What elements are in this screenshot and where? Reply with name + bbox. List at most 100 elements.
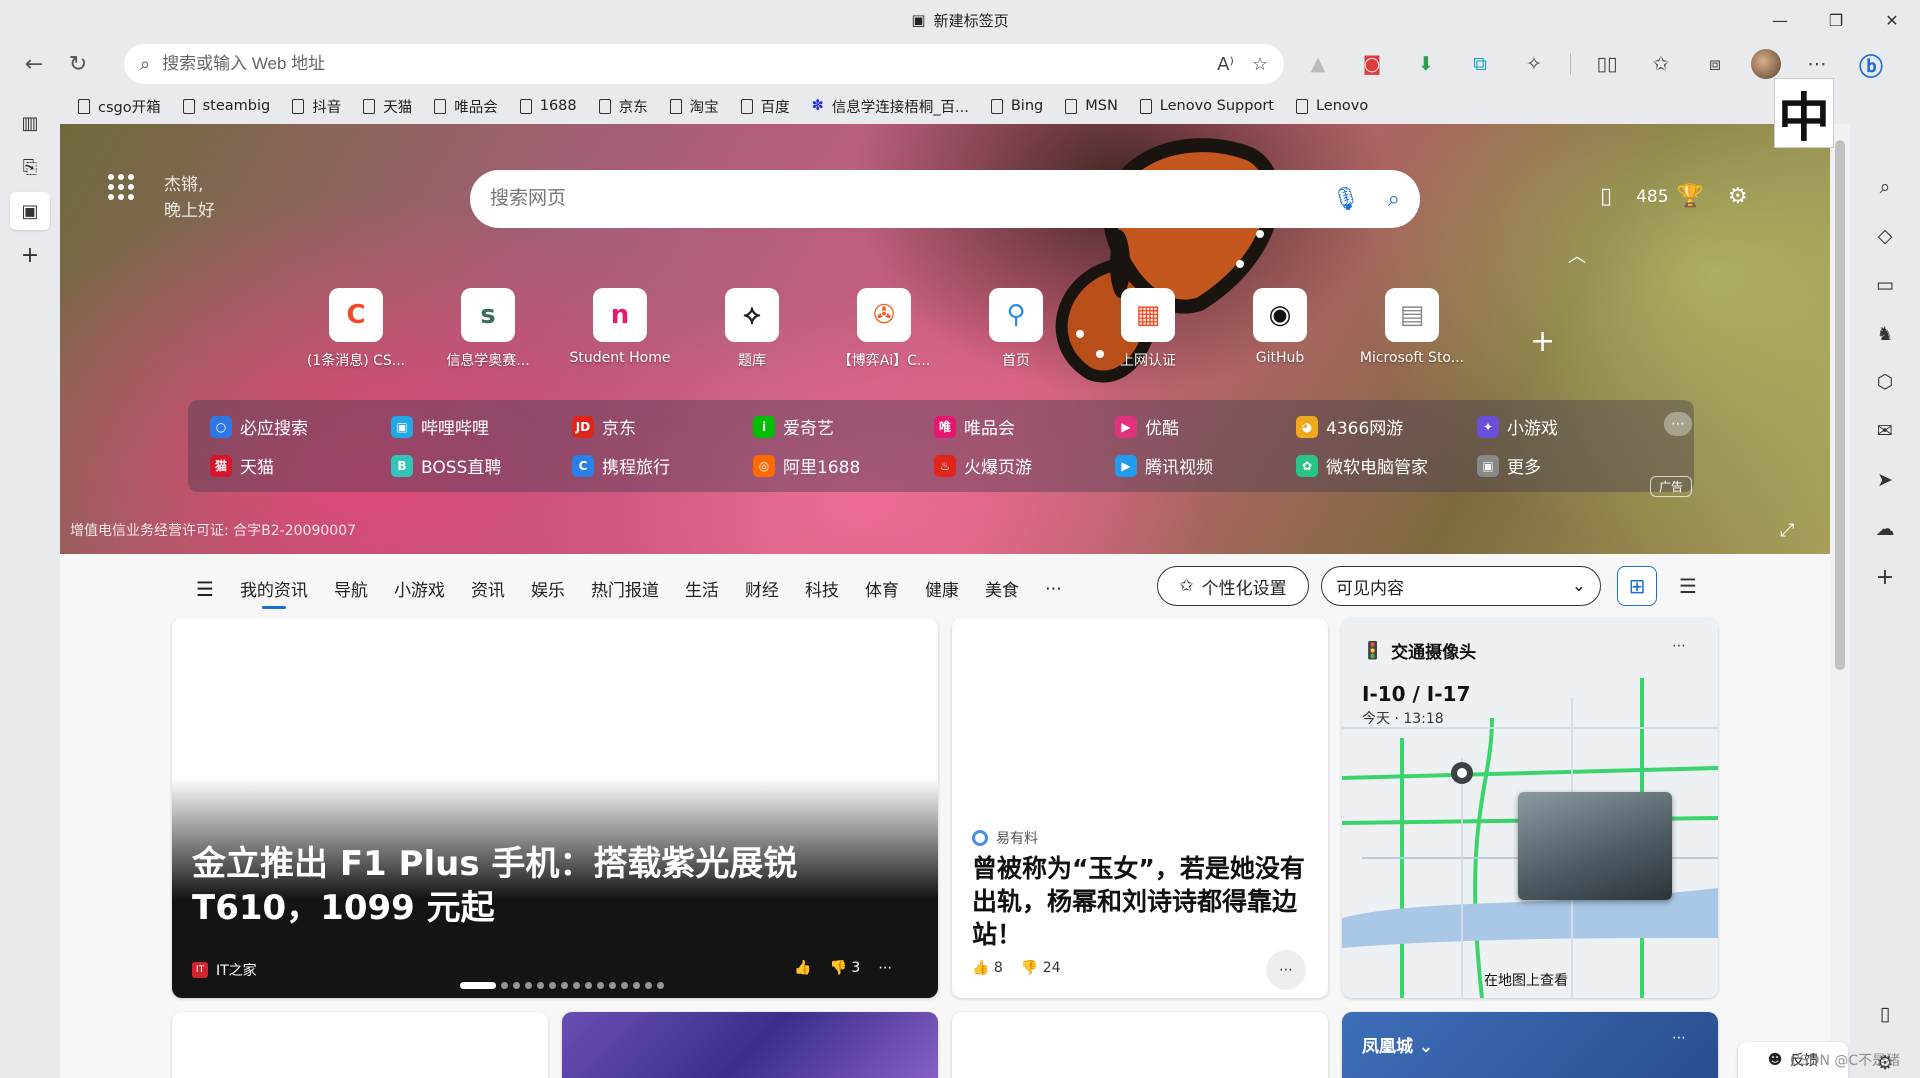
top-site-tile[interactable]: ⚲ 首页: [950, 288, 1082, 370]
feed-tab[interactable]: 科技: [805, 576, 839, 601]
more-options-icon[interactable]: ⋯: [1672, 638, 1686, 654]
feed-tab[interactable]: 资讯: [471, 576, 505, 601]
favorite-item[interactable]: 京东: [598, 96, 648, 117]
quick-link[interactable]: ▶ 腾讯视频: [1115, 453, 1296, 478]
favorite-item[interactable]: Bing: [990, 98, 1043, 114]
top-site-tile[interactable]: ⟡ 题库: [686, 288, 818, 370]
news-headline[interactable]: 金立推出 F1 Plus 手机：搭载紫光展锐 T610，1099 元起: [192, 842, 892, 930]
favorite-item[interactable]: 淘宝: [669, 96, 719, 117]
drop-icon[interactable]: ☁: [1867, 514, 1903, 545]
address-bar[interactable]: ⌕ A⁾ ☆: [124, 44, 1284, 84]
microsoft365-icon[interactable]: ⬡: [1867, 367, 1903, 398]
story-headline[interactable]: 曾被称为“玉女”，若是她没有出轨，杨幂和刘诗诗都得靠边站！: [972, 852, 1312, 951]
extension-translate-icon[interactable]: ⧉: [1462, 46, 1498, 82]
send-icon[interactable]: ➤: [1867, 465, 1903, 496]
page-settings-icon[interactable]: ⚙: [1728, 184, 1748, 209]
top-site-tile[interactable]: ▤ Microsoft Sto...: [1346, 288, 1478, 370]
scrollbar-thumb[interactable]: [1835, 140, 1845, 670]
favorite-item[interactable]: ✽ 信息学连接梧桐_百...: [812, 96, 969, 117]
maximize-button[interactable]: ❐: [1808, 0, 1864, 40]
camera-snapshot-image[interactable]: [1518, 792, 1672, 900]
carousel-dots[interactable]: [460, 982, 664, 989]
quick-link[interactable]: ◎ 阿里1688: [753, 453, 934, 478]
tools-briefcase-icon[interactable]: ▭: [1867, 269, 1903, 300]
feed-tab[interactable]: 小游戏: [394, 576, 445, 601]
hide-sidebar-icon[interactable]: ▯: [1867, 998, 1903, 1029]
more-tabs-icon[interactable]: ⋯: [1045, 579, 1062, 599]
favorite-item[interactable]: 百度: [740, 96, 790, 117]
feed-tab[interactable]: 体育: [865, 576, 899, 601]
list-view-button[interactable]: ☰: [1670, 566, 1706, 606]
feed-tab[interactable]: 我的资讯: [240, 576, 308, 609]
collapse-chevron-icon[interactable]: ︿: [1568, 242, 1586, 268]
add-sidebar-app-icon[interactable]: +: [1867, 562, 1903, 593]
apps-launcher-icon[interactable]: [108, 174, 134, 200]
more-options-icon[interactable]: ⋯: [878, 960, 892, 976]
split-screen-icon[interactable]: ▯▯: [1589, 46, 1625, 82]
close-button[interactable]: ✕: [1864, 0, 1920, 40]
top-site-tile[interactable]: ◉ GitHub: [1214, 288, 1346, 370]
microphone-icon[interactable]: 🎙: [1332, 187, 1360, 212]
feed-menu-icon[interactable]: ☰: [196, 577, 214, 601]
favorite-item[interactable]: MSN: [1065, 98, 1118, 114]
favorite-item[interactable]: Lenovo Support: [1139, 98, 1274, 114]
favorite-item[interactable]: Lenovo: [1295, 98, 1368, 114]
outlook-icon[interactable]: ✉: [1867, 416, 1903, 447]
tab-actions-icon[interactable]: ▥: [10, 104, 50, 142]
feed-tab[interactable]: 导航: [334, 576, 368, 601]
new-tab-icon[interactable]: +: [10, 236, 50, 274]
feed-tab[interactable]: 健康: [925, 576, 959, 601]
dislike-button[interactable]: 👎 24: [1021, 960, 1061, 976]
like-button[interactable]: 👍 8: [972, 960, 1003, 976]
favorite-item[interactable]: 抖音: [292, 96, 341, 117]
quick-link[interactable]: ✦ 小游戏: [1477, 414, 1658, 439]
current-tab-icon[interactable]: ▣: [10, 192, 50, 230]
quick-link[interactable]: B BOSS直聘: [391, 453, 572, 478]
story-card[interactable]: 易有料 曾被称为“玉女”，若是她没有出轨，杨幂和刘诗诗都得靠边站！ 👍 8 👎 …: [952, 618, 1328, 998]
quick-link[interactable]: ◕ 4366网游: [1296, 414, 1477, 439]
add-site-button[interactable]: +: [1530, 324, 1555, 359]
visible-content-select[interactable]: 可见内容 ⌄: [1321, 566, 1601, 606]
favorite-item[interactable]: 天猫: [363, 96, 412, 117]
quick-links-more-button[interactable]: ⋯: [1664, 412, 1692, 436]
search-submit-icon[interactable]: ⌕: [1388, 187, 1400, 212]
rewards-points[interactable]: 485: [1636, 187, 1668, 207]
workspaces-icon[interactable]: ⎘: [10, 148, 50, 186]
top-site-tile[interactable]: ✇ 【博弈Ai】C...: [818, 288, 950, 370]
hero-news-card[interactable]: 金立推出 F1 Plus 手机：搭载紫光展锐 T610，1099 元起 IT I…: [172, 618, 938, 998]
page-scrollbar[interactable]: [1830, 124, 1850, 1078]
top-site-tile[interactable]: s 信息学奥赛...: [422, 288, 554, 370]
more-options-icon[interactable]: ⋯: [1672, 1030, 1686, 1046]
traffic-camera-card[interactable]: 🚦 交通摄像头 ⋯ I-10 / I-17 今天 · 13:18 在地图上查看: [1342, 618, 1718, 998]
profile-avatar[interactable]: [1751, 49, 1781, 79]
top-site-tile[interactable]: n Student Home: [554, 288, 686, 370]
news-card[interactable]: [952, 1012, 1328, 1078]
feed-tab[interactable]: 生活: [685, 576, 719, 601]
quick-link[interactable]: ▶ 优酷: [1115, 414, 1296, 439]
web-search-input[interactable]: [490, 188, 1332, 210]
quick-link[interactable]: i 爱奇艺: [753, 414, 934, 439]
like-icon[interactable]: 👍: [794, 960, 811, 976]
personalize-button[interactable]: ✩ 个性化设置: [1157, 566, 1309, 606]
quick-link[interactable]: ✿ 微软电脑管家: [1296, 453, 1477, 478]
feed-tab[interactable]: 娱乐: [531, 576, 565, 601]
quick-link[interactable]: ▣ 更多: [1477, 453, 1658, 478]
quick-link[interactable]: JD 京东: [572, 414, 753, 439]
quick-link[interactable]: ○ 必应搜索: [210, 414, 391, 439]
feed-tab[interactable]: 美食: [985, 576, 1019, 601]
extension-green-icon[interactable]: ⬇: [1408, 46, 1444, 82]
favorite-item[interactable]: steambig: [182, 98, 270, 114]
dislike-button[interactable]: 👎 3: [829, 960, 860, 976]
address-input[interactable]: [162, 54, 1218, 74]
minimize-button[interactable]: —: [1752, 0, 1808, 40]
quick-link[interactable]: ▣ 哔哩哔哩: [391, 414, 572, 439]
web-search-box[interactable]: 🎙 ⌕: [470, 170, 1420, 228]
quick-link[interactable]: 猫天猫: [210, 453, 391, 478]
quick-link[interactable]: 唯唯品会: [934, 414, 1115, 439]
grid-view-button[interactable]: ⊞: [1617, 566, 1657, 606]
back-button[interactable]: ←: [12, 44, 56, 84]
favorite-item[interactable]: 1688: [519, 98, 577, 114]
read-aloud-icon[interactable]: A⁾: [1217, 54, 1234, 75]
feed-tab[interactable]: 热门报道: [591, 576, 659, 601]
expand-background-icon[interactable]: ⤢: [1780, 520, 1794, 541]
